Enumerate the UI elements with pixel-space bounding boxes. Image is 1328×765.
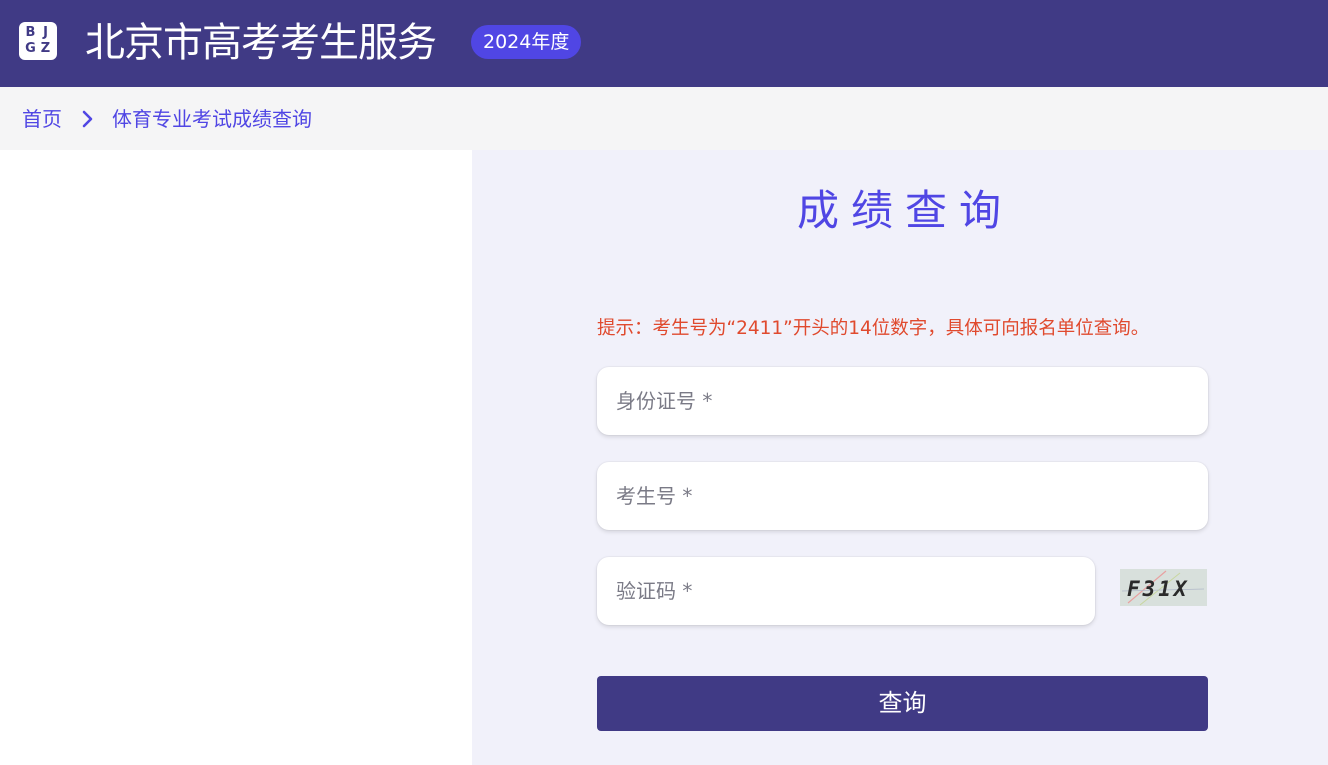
query-form-panel xyxy=(472,150,1328,765)
left-panel xyxy=(0,150,472,765)
logo-letter: G xyxy=(25,41,36,56)
exam-number-field xyxy=(597,462,1208,530)
exam-number-input[interactable] xyxy=(597,462,1208,530)
captcha-text: F31X xyxy=(1127,577,1190,601)
breadcrumb: 首页 体育专业考试成绩查询 xyxy=(0,87,1328,150)
captcha-input[interactable] xyxy=(597,557,1095,625)
site-header: B J G Z 北京市高考考生服务 2024年度 xyxy=(0,0,1328,87)
year-badge: 2024年度 xyxy=(471,25,582,59)
site-logo: B J G Z xyxy=(19,22,57,60)
site-title: 北京市高考考生服务 xyxy=(85,20,437,66)
id-card-field xyxy=(597,367,1208,435)
logo-letter: Z xyxy=(40,41,51,56)
breadcrumb-current-link[interactable]: 体育专业考试成绩查询 xyxy=(112,106,312,132)
breadcrumb-home-link[interactable]: 首页 xyxy=(22,106,62,132)
captcha-image[interactable]: F31X xyxy=(1120,569,1207,606)
captcha-field xyxy=(597,557,1095,625)
chevron-right-icon xyxy=(80,109,96,129)
logo-letter: J xyxy=(43,25,48,40)
id-card-input[interactable] xyxy=(597,367,1208,435)
form-title: 成绩查询 xyxy=(797,186,1014,235)
query-button[interactable]: 查询 xyxy=(597,676,1208,731)
exam-number-hint: 提示：考生号为“2411”开头的14位数字，具体可向报名单位查询。 xyxy=(597,318,1150,339)
logo-letter: B xyxy=(25,25,36,40)
